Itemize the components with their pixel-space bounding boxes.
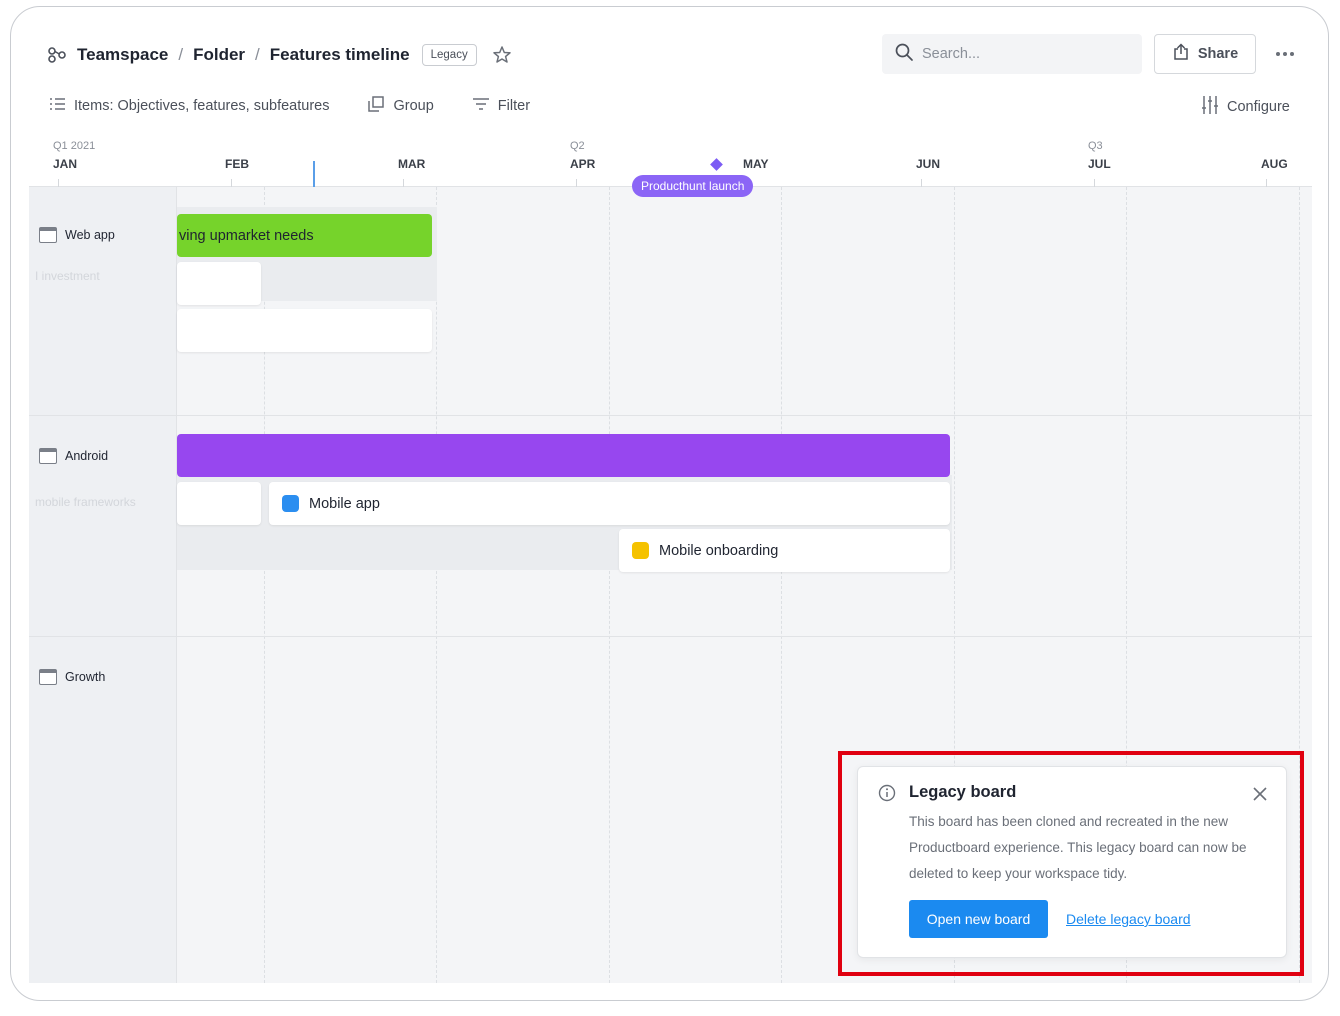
- group-label: Growth: [65, 670, 106, 684]
- month-tick: [403, 179, 404, 187]
- feature-card-mobile-app[interactable]: Mobile app: [269, 482, 950, 525]
- window-icon: [39, 669, 57, 685]
- items-label: Items: Objectives, features, subfeatures: [74, 98, 330, 114]
- month-tick: [58, 179, 59, 187]
- objective-bar[interactable]: ving upmarket needs: [177, 214, 432, 257]
- grid-line: [264, 187, 265, 983]
- group-icon: [367, 95, 385, 117]
- popup-body: This board has been cloned and recreated…: [909, 814, 1247, 881]
- toolbar: Items: Objectives, features, subfeatures…: [49, 95, 568, 117]
- month-label: JUN: [916, 157, 941, 171]
- month-label: MAR: [398, 157, 426, 171]
- month-label: JUL: [1088, 157, 1111, 171]
- share-label: Share: [1197, 46, 1239, 62]
- share-icon: [1172, 43, 1190, 65]
- breadcrumb-separator: /: [255, 45, 260, 64]
- group-button[interactable]: Group: [367, 95, 434, 117]
- breadcrumb: Teamspace / Folder / Features timeline L…: [47, 44, 513, 66]
- group-growth[interactable]: Growth: [39, 669, 105, 685]
- header: Teamspace / Folder / Features timeline L…: [11, 7, 1328, 115]
- month-tick: [231, 179, 232, 187]
- app-window: Teamspace / Folder / Features timeline L…: [10, 6, 1329, 1001]
- window-icon: [39, 227, 57, 243]
- page-title[interactable]: Features timeline: [270, 45, 410, 65]
- today-marker: [313, 161, 315, 187]
- quarter-label: Q1 2021: [53, 140, 96, 152]
- filter-icon: [472, 96, 490, 116]
- configure-label: Configure: [1227, 99, 1290, 115]
- month-tick: [576, 179, 577, 187]
- legacy-badge: Legacy: [421, 44, 477, 66]
- group-divider: [29, 415, 1312, 416]
- window-icon: [39, 448, 57, 464]
- group-label: Android: [65, 449, 109, 463]
- quarter-label: Q2: [570, 140, 585, 152]
- search-box[interactable]: [882, 34, 1142, 74]
- feature-card[interactable]: [177, 482, 261, 525]
- list-icon: [49, 96, 66, 116]
- milestone-label[interactable]: Producthunt launch: [632, 175, 754, 197]
- feature-card[interactable]: [177, 262, 261, 305]
- close-icon[interactable]: [1251, 785, 1269, 803]
- group-label: Group: [393, 98, 434, 114]
- grid-line: [436, 187, 437, 983]
- search-input[interactable]: [922, 46, 1122, 62]
- milestone-diamond-icon[interactable]: [710, 158, 723, 171]
- breadcrumb-folder[interactable]: Folder: [193, 45, 245, 65]
- group-android[interactable]: Android: [39, 448, 108, 464]
- delete-legacy-board-link[interactable]: Delete legacy board: [1066, 911, 1191, 927]
- grid-line: [781, 187, 782, 983]
- feature-color-chip: [282, 495, 299, 512]
- month-label: FEB: [225, 157, 249, 171]
- teamspace-icon: [47, 45, 67, 65]
- configure-icon: [1201, 95, 1219, 119]
- objective-label: ving upmarket needs: [179, 227, 314, 244]
- grid-line: [609, 187, 610, 983]
- popup-title: Legacy board: [909, 783, 1017, 801]
- search-icon: [894, 42, 914, 67]
- star-icon[interactable]: [491, 44, 513, 66]
- group-web-app[interactable]: Web app: [39, 227, 115, 243]
- open-new-board-button[interactable]: Open new board: [909, 900, 1048, 938]
- month-label: JAN: [53, 157, 78, 171]
- info-icon: [878, 784, 896, 807]
- month-label: APR: [570, 157, 596, 171]
- filter-label: Filter: [497, 98, 531, 114]
- month-label: MAY: [743, 157, 769, 171]
- objective-bar[interactable]: [177, 434, 950, 477]
- group-sidebar: [29, 187, 177, 983]
- legacy-board-popup: Legacy board This board has been cloned …: [857, 766, 1287, 958]
- month-tick: [921, 179, 922, 187]
- more-icon[interactable]: [1269, 43, 1301, 65]
- breadcrumb-teamspace[interactable]: Teamspace: [77, 45, 168, 65]
- configure-button[interactable]: Configure: [1201, 95, 1290, 119]
- feature-label: Mobile onboarding: [659, 542, 779, 559]
- group-label: Web app: [65, 228, 115, 242]
- month-tick: [1266, 179, 1267, 187]
- month-label: AUG: [1261, 157, 1288, 171]
- breadcrumb-separator: /: [178, 45, 184, 64]
- feature-label: Mobile app: [309, 495, 380, 512]
- month-tick: [1094, 179, 1095, 187]
- items-selector[interactable]: Items: Objectives, features, subfeatures: [49, 96, 329, 116]
- group-divider: [29, 636, 1312, 637]
- quarter-label: Q3: [1088, 140, 1103, 152]
- share-button[interactable]: Share: [1154, 34, 1256, 74]
- ghost-text: I investment: [35, 269, 100, 283]
- feature-card[interactable]: [177, 309, 432, 352]
- feature-card-mobile-onboarding[interactable]: Mobile onboarding: [619, 529, 950, 572]
- ghost-text: mobile frameworks: [35, 495, 136, 509]
- feature-color-chip: [632, 542, 649, 559]
- filter-button[interactable]: Filter: [472, 96, 530, 116]
- timeline-axis: Q1 2021 Q2 Q3 JAN FEB MAR APR MAY JUN JU…: [29, 135, 1312, 197]
